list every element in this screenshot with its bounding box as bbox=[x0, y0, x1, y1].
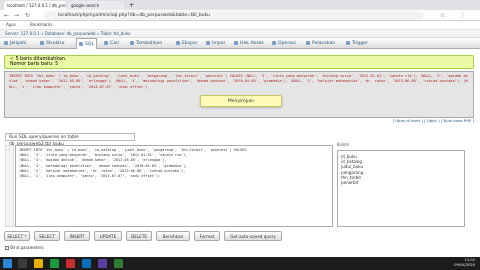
app-icon[interactable] bbox=[98, 259, 107, 268]
insert-icon bbox=[130, 40, 134, 45]
tab-ekspor[interactable]: Ekspor bbox=[176, 38, 198, 49]
chrome-icon[interactable] bbox=[50, 259, 59, 268]
columns-label: Kolom bbox=[337, 142, 350, 147]
reload-icon[interactable]: ↻ bbox=[25, 12, 30, 19]
saving-tooltip: Menyimpan bbox=[200, 95, 282, 107]
tab-tambahkan[interactable]: Tambahkan bbox=[130, 38, 162, 49]
clear-button[interactable]: Bersihkan bbox=[156, 231, 190, 241]
success-message: ✔ 5 baris ditambahkan. Nomor baris baru:… bbox=[4, 55, 474, 69]
tab-hak-akses[interactable]: Hak Akses bbox=[234, 38, 264, 49]
tab-pelacakan[interactable]: Pelacakan bbox=[306, 38, 335, 49]
tab-trigger[interactable]: Trigger bbox=[346, 38, 368, 49]
update-button[interactable]: UPDATE bbox=[94, 231, 122, 241]
select-button[interactable]: SELECT bbox=[34, 231, 60, 241]
tab-jelajahi[interactable]: Jelajahi bbox=[4, 38, 27, 49]
windows-taskbar: 11:02 09/04/2020 bbox=[0, 257, 480, 270]
query-edit-links[interactable]: [ Ubah di baris ] [ Ubah ] [ Buat kode P… bbox=[360, 118, 474, 125]
tab-struktur[interactable]: Struktur bbox=[40, 38, 65, 49]
insert-button[interactable]: INSERT bbox=[64, 231, 90, 241]
line-numbers: 1 bbox=[5, 145, 14, 227]
columns-list[interactable]: id_buku id_katalog judul_buku pengarang … bbox=[337, 150, 465, 227]
get-auto-saved-query-button[interactable]: Get auto-saved query bbox=[224, 231, 282, 241]
sql-icon bbox=[79, 41, 83, 46]
bookmark-folder[interactable]: Bookmarks bbox=[30, 22, 52, 27]
browser-tab[interactable]: google search bbox=[68, 1, 124, 10]
tab-sql[interactable]: SQL bbox=[76, 38, 98, 49]
pma-tab-bar: Jelajahi Struktur SQL Cari Tambahkan Eks… bbox=[0, 38, 480, 49]
format-button[interactable]: Format bbox=[194, 231, 220, 241]
column-item[interactable]: penerbit bbox=[338, 180, 464, 185]
success-line-2: Nomor baris baru: 5 bbox=[10, 62, 59, 67]
new-tab-button[interactable]: + bbox=[126, 1, 134, 10]
import-icon bbox=[206, 40, 210, 45]
tab-impor[interactable]: Impor bbox=[206, 38, 225, 49]
search-icon bbox=[104, 40, 108, 45]
browser-tab-strip: localhost / 127.0.0.1 / db_perpus google… bbox=[0, 0, 480, 10]
bind-parameters-label: Bind parameters bbox=[10, 245, 44, 250]
bookmarks-bar: Apps Bookmarks bbox=[0, 21, 480, 30]
trigger-icon bbox=[346, 40, 350, 45]
url-input[interactable]: localhost/phpmyadmin/sql.php?db=db_perpu… bbox=[44, 11, 424, 20]
star-icon[interactable]: ☆ bbox=[440, 12, 445, 19]
search-icon[interactable] bbox=[18, 259, 27, 268]
forward-icon[interactable]: → bbox=[14, 12, 19, 19]
wrench-icon bbox=[272, 40, 276, 45]
app-icon[interactable] bbox=[82, 259, 91, 268]
export-icon bbox=[176, 40, 180, 45]
run-sql-legend: Run SQL query/queries on table db_perpus… bbox=[5, 133, 135, 147]
browser-tab-active[interactable]: localhost / 127.0.0.1 / db_perpus bbox=[4, 1, 66, 10]
tab-cari[interactable]: Cari bbox=[104, 38, 119, 49]
bind-parameters-checkbox[interactable]: Bind parameters bbox=[5, 245, 44, 250]
browse-icon bbox=[4, 40, 8, 45]
privileges-icon bbox=[234, 40, 238, 45]
query-button-bar: SELECT * SELECT INSERT UPDATE DELETE Ber… bbox=[4, 231, 474, 243]
tracking-icon bbox=[306, 40, 310, 45]
app-icon[interactable] bbox=[114, 259, 123, 268]
bookmark-apps[interactable]: Apps bbox=[6, 22, 16, 27]
file-explorer-icon[interactable] bbox=[34, 259, 43, 268]
clock-date: 09/04/2020 bbox=[454, 263, 475, 267]
back-icon[interactable]: ← bbox=[4, 12, 9, 19]
menu-icon[interactable]: ⋮ bbox=[460, 12, 466, 19]
structure-icon bbox=[40, 40, 44, 45]
breadcrumb: Server: 127.0.0.1 » Database: db_perpusw… bbox=[0, 30, 480, 38]
address-bar-row: ← → ↻ localhost/phpmyadmin/sql.php?db=db… bbox=[0, 10, 480, 21]
select-star-button[interactable]: SELECT * bbox=[4, 231, 30, 241]
checkbox-icon[interactable] bbox=[5, 246, 9, 250]
sql-query-editor[interactable]: INSERT INTO `tbl_buku` (`id_buku`, `id_k… bbox=[15, 145, 333, 227]
delete-button[interactable]: DELETE bbox=[126, 231, 152, 241]
tab-operasi[interactable]: Operasi bbox=[272, 38, 296, 49]
app-icon[interactable] bbox=[66, 259, 75, 268]
windows-start-icon[interactable] bbox=[3, 259, 12, 268]
system-clock[interactable]: 11:02 09/04/2020 bbox=[454, 258, 475, 268]
